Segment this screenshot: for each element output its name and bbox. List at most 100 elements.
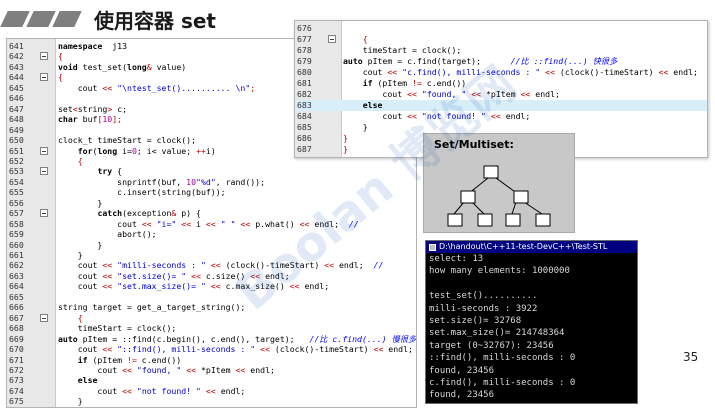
code-text: } — [343, 133, 348, 143]
console-line: target (0~32767): 23456 — [429, 340, 554, 351]
line-number: 681 — [297, 78, 312, 88]
title-bullet-icon — [0, 11, 30, 27]
slide: 使用容器 set 641 namespace j13 642 {643 void tes… — [0, 0, 715, 411]
code-line: 656 } — [7, 198, 416, 209]
code-text: auto pItem = ::find(c.begin(), c.end(), … — [58, 333, 417, 344]
console-line: select: 13 — [429, 254, 484, 264]
line-number: 670 — [9, 344, 24, 355]
code-line: 658 cout << "i=" << i << " " << p.what()… — [7, 219, 416, 230]
code-text: } — [343, 122, 368, 132]
fold-toggle-icon[interactable] — [328, 35, 336, 43]
code-text: { — [77, 312, 83, 323]
code-text: cout << "not found! " << endl; — [58, 385, 246, 396]
code-text: } — [58, 250, 83, 260]
line-number: 659 — [9, 229, 24, 240]
code-text: timeStart = clock(); — [58, 323, 177, 334]
code-text: { — [362, 34, 368, 44]
console-title: D:\handout\C++11-test-DevC++\Test-STL — [439, 242, 608, 251]
code-line: 667 { — [7, 313, 416, 324]
line-number: 658 — [9, 218, 24, 229]
code-line: 663 cout << "set.size()= " << c.size() <… — [7, 271, 416, 282]
line-number: 657 — [9, 208, 24, 219]
line-number: 675 — [9, 396, 24, 407]
line-number: 673 — [9, 375, 24, 386]
code-text: catch(exception& p) { — [97, 208, 201, 219]
code-text: snprintf(buf, 10"%d", rand()); — [58, 176, 266, 187]
line-number: 668 — [9, 323, 24, 334]
code-line: 655 c.insert(string(buf)); — [7, 187, 416, 198]
console-line: found, 23456 — [429, 365, 495, 376]
code-text: cout << "set.size()= " << c.size() << en… — [58, 270, 290, 281]
line-number: 643 — [9, 61, 24, 72]
set-tree-diagram: Set/Multiset: — [423, 133, 575, 233]
line-number: 651 — [9, 145, 24, 156]
code-text: cout << "not found! " << endl; — [343, 111, 531, 121]
fold-toggle-icon[interactable] — [40, 313, 48, 322]
code-line: 678 timeStart = clock(); — [295, 45, 707, 56]
code-text: try { — [97, 166, 123, 177]
code-text: { — [77, 155, 83, 166]
line-number: 650 — [9, 135, 24, 146]
line-number: 642 — [9, 51, 24, 62]
line-number: 674 — [9, 385, 24, 396]
code-text: set<string> c; — [58, 103, 128, 114]
fold-toggle-icon[interactable] — [40, 146, 48, 155]
code-line: 676 — [295, 23, 707, 34]
code-line: 662 cout << "milli-seconds : " << (clock… — [7, 260, 416, 271]
code-text: timeStart = clock(); — [343, 45, 462, 55]
page-number: 35 — [683, 350, 699, 364]
code-text: { — [58, 51, 63, 62]
line-number: 667 — [9, 312, 24, 323]
code-line: 673 else — [7, 375, 416, 386]
fold-toggle-icon[interactable] — [40, 73, 48, 82]
line-number: 652 — [9, 155, 24, 166]
code-text: void test_set(long& value) — [58, 61, 187, 72]
fold-toggle-icon[interactable] — [40, 167, 48, 176]
line-number: 653 — [9, 166, 24, 177]
code-line: 664 cout << "set.max_size()= " << c.max_… — [7, 281, 416, 292]
code-text: else — [362, 100, 383, 110]
code-text: cout << "set.max_size()= " << c.max_size… — [58, 281, 330, 292]
line-number: 646 — [9, 93, 24, 104]
tree-node — [477, 213, 493, 227]
code-text: clock_t timeStart = clock(); — [58, 135, 197, 146]
console-output: select: 13 how many elements: 1000000 test… — [426, 253, 637, 402]
code-line: 677 { — [295, 34, 707, 45]
console-line: found, 23456 — [429, 390, 495, 401]
code-line: 685 } — [295, 122, 707, 133]
code-line: 679 auto pItem = c.find(target); //比 ::fi… — [295, 56, 707, 67]
code-line: 680 cout << "c.find(), milli-seconds : "… — [295, 67, 707, 78]
code-line: 672 cout << "found, " << *pItem << endl; — [7, 365, 416, 376]
code-line: 657 catch(exception& p) { — [7, 208, 416, 219]
code-text: } — [58, 396, 83, 407]
code-text: cout << "i=" << i << " " << p.what() << … — [58, 218, 359, 229]
line-number: 682 — [297, 89, 312, 99]
code-text: cout << "milli-seconds : " << (clock()-t… — [58, 260, 384, 271]
line-number: 661 — [9, 250, 24, 260]
line-number: 687 — [297, 144, 312, 154]
code-line: 654 snprintf(buf, 10"%d", rand()); — [7, 177, 416, 188]
code-line: 684 cout << "not found! " << endl; — [295, 111, 707, 122]
line-number: 679 — [297, 56, 312, 66]
tree-graphic — [447, 165, 551, 227]
fold-toggle-icon[interactable] — [40, 52, 48, 61]
code-text: namespace j13 — [58, 41, 128, 51]
line-number: 647 — [9, 103, 24, 114]
code-text: cout << "found, " << *pItem << endl; — [343, 89, 560, 99]
fold-toggle-icon[interactable] — [40, 209, 48, 218]
line-number: 663 — [9, 270, 24, 281]
code-text: string target = get_a_target_string(); — [58, 302, 246, 313]
code-line: 682 cout << "found, " << *pItem << endl; — [295, 89, 707, 100]
console-line: set.size()= 32768 — [429, 315, 522, 326]
console-line: ::find(), milli-seconds : 0 — [429, 353, 576, 364]
code-line: 660 } — [7, 240, 416, 251]
code-text: } — [58, 197, 103, 208]
console-line: set.max_size()= 214748364 — [429, 328, 565, 339]
title-bullet-icon — [26, 11, 56, 27]
line-number: 677 — [297, 34, 312, 44]
code-line: 683 else — [295, 100, 707, 111]
code-line: 653 try { — [7, 166, 416, 177]
code-text: else — [77, 375, 98, 386]
tree-node — [513, 190, 529, 204]
line-number: 662 — [9, 260, 24, 271]
